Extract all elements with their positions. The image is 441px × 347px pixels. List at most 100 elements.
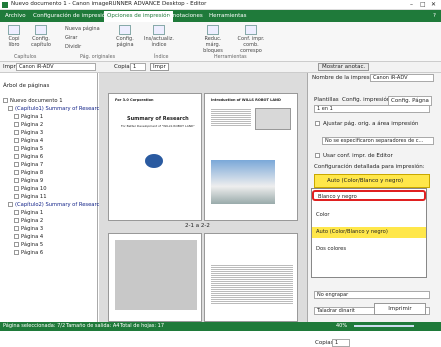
color-mode-select[interactable]: Auto (Color/Blanco y negro) <box>314 174 430 188</box>
ribbon-tabs: Archivo Configuración de impresión Opcio… <box>0 10 441 22</box>
color-mode-value: Auto (Color/Blanco y negro) <box>327 178 404 184</box>
config-pagina-button[interactable]: Config. página <box>112 25 138 48</box>
tree-page[interactable]: Página 1 <box>14 209 43 217</box>
copia-libro-button[interactable]: Copi libro <box>3 25 25 48</box>
tree-page[interactable]: Página 5 <box>14 241 43 249</box>
tab-plantillas[interactable]: Plantillas <box>314 97 339 103</box>
tree-chapter-2[interactable]: (Capítulo2) Summary of Research <box>8 201 103 209</box>
conf-impr-comb-button[interactable]: Conf. impr. comb. correspo <box>232 25 270 54</box>
tree-page[interactable]: Página 9 <box>14 177 43 185</box>
ins-actualiz-label: Ins/actualiz. índice <box>144 36 174 48</box>
page-left-company: For 3.0 Corporation <box>115 98 154 102</box>
dividir-button[interactable]: Dividir <box>65 44 81 50</box>
ins-actualiz-indice-button[interactable]: Ins/actualiz. índice <box>144 25 174 48</box>
close-icon[interactable]: ✕ <box>431 1 436 8</box>
girar-label: Girar <box>65 35 78 41</box>
margin-icon <box>207 25 219 35</box>
separadores-select[interactable]: No se especificaron separadores de c... <box>322 137 434 145</box>
tree-page-label: Página 4 <box>21 234 44 240</box>
girar-button[interactable]: Girar <box>65 35 77 41</box>
option-label: Dos colores <box>316 246 347 252</box>
page-checkbox <box>14 114 19 119</box>
tree-page[interactable]: Página 6 <box>14 153 43 161</box>
config-capitulo-label: Config. capítulo <box>31 36 51 48</box>
option-blanco-y-negro[interactable]: Blanco y negro <box>312 190 426 201</box>
group-capitulos: Capítulos <box>14 55 37 60</box>
photo-block <box>115 240 197 310</box>
page-checkbox <box>14 194 19 199</box>
page-right-title: Introduction of WILLS ROBOT LAND <box>211 98 281 102</box>
printer-name-select[interactable]: Canon iR-ADV <box>370 74 434 82</box>
tree-page-label: Página 5 <box>21 242 44 248</box>
page-checkbox <box>14 130 19 135</box>
help-icon[interactable]: ? <box>430 11 439 22</box>
usar-conf-label: Usar conf. impr. de Editor <box>323 153 393 159</box>
option-color[interactable]: Color <box>312 210 426 221</box>
tree-page[interactable]: Página 4 <box>14 233 43 241</box>
tree-root[interactable]: Nuevo documento 1 <box>3 97 63 105</box>
ajustar-checkbox[interactable] <box>315 121 320 126</box>
usar-conf-checkbox[interactable] <box>315 153 320 158</box>
reduc-marg-bloques-button[interactable]: Reduc. márg. bloques <box>198 25 228 54</box>
minimize-icon[interactable]: – <box>410 1 413 8</box>
tree-header: Árbol de páginas <box>3 83 50 89</box>
imprimir-button[interactable]: Imprimir <box>374 303 426 315</box>
preview-page-left[interactable]: For 3.0 Corporation Summary of Research … <box>108 93 202 221</box>
page-checkbox <box>14 162 19 167</box>
tree-page[interactable]: Página 2 <box>14 121 43 129</box>
tree-page-label: Página 3 <box>21 226 44 232</box>
page-left-title: Summary of Research <box>127 116 189 122</box>
config-pagina-label: Config. página <box>116 36 134 48</box>
page-settings-icon <box>119 25 131 35</box>
tree-page[interactable]: Página 10 <box>14 185 47 193</box>
page-checkbox <box>14 210 19 215</box>
tree-page[interactable]: Página 11 <box>14 193 47 201</box>
imprimir-toolbar-button[interactable]: Impr <box>150 63 169 71</box>
copias-bottom-input[interactable]: 1 <box>332 339 350 347</box>
tree-page[interactable]: Página 6 <box>14 249 43 257</box>
option-dos-colores[interactable]: Dos colores <box>312 244 426 255</box>
book-copy-icon <box>8 25 20 35</box>
tree-page[interactable]: Página 1 <box>14 113 43 121</box>
tab-anotaciones[interactable]: Anotaciones <box>166 11 206 22</box>
preview-area[interactable]: For 3.0 Corporation Summary of Research … <box>99 73 307 322</box>
tree-chapter-1[interactable]: (Capítulo1) Summary of Research <box>8 105 103 113</box>
option-label: Auto (Color/Blanco y negro) <box>316 229 388 235</box>
tree-page[interactable]: Página 7 <box>14 161 43 169</box>
copias-input[interactable]: 1 <box>130 63 146 71</box>
reduc-marg-label: Reduc. márg. bloques <box>203 36 223 54</box>
status-total-hojas: Total de hojas: 17 <box>120 323 165 329</box>
nueva-pagina-button[interactable]: Nueva página <box>65 26 100 32</box>
page-checkbox <box>14 146 19 151</box>
tree-chapter-2-label: (Capítulo2) Summary of Research <box>15 202 103 208</box>
preview-page-lower-right[interactable] <box>204 233 298 322</box>
page-tree-panel: Árbol de páginas Nuevo documento 1 (Capí… <box>0 73 103 322</box>
config-capitulo-button[interactable]: Config. capítulo <box>27 25 55 48</box>
no-engrapar-select[interactable]: No engrapar <box>314 291 430 299</box>
index-icon <box>153 25 165 35</box>
tab-configuracion-impresion[interactable]: Configuración de impresión <box>30 11 112 22</box>
printer-select[interactable]: Canon iR-ADV <box>16 63 96 71</box>
mostrar-anotac-button[interactable]: Mostrar anotac. <box>318 63 370 71</box>
preview-page-lower-left[interactable] <box>108 233 202 322</box>
tree-page[interactable]: Página 3 <box>14 225 43 233</box>
tab-herramientas[interactable]: Herramientas <box>206 11 249 22</box>
tab-config-impresion[interactable]: Config. impresión <box>342 97 390 103</box>
tree-page-label: Página 11 <box>21 194 47 200</box>
tree-page[interactable]: Página 8 <box>14 169 43 177</box>
preview-page-right[interactable]: Introduction of WILLS ROBOT LAND <box>204 93 298 221</box>
page-checkbox <box>14 170 19 175</box>
tree-page[interactable]: Página 2 <box>14 217 43 225</box>
page-checkbox <box>14 122 19 127</box>
dividir-label: Dividir <box>65 44 82 50</box>
layout-select[interactable]: 1 en 1 <box>314 105 430 113</box>
tab-opciones-impresion[interactable]: Opciones de impresión <box>104 11 173 22</box>
window-title: Nuevo documento 1 - Canon imageRUNNER AD… <box>11 1 207 7</box>
tree-page[interactable]: Página 5 <box>14 145 43 153</box>
tab-archivo[interactable]: Archivo <box>2 11 29 22</box>
tree-page[interactable]: Página 4 <box>14 137 43 145</box>
maximize-icon[interactable]: □ <box>420 1 426 8</box>
tree-page[interactable]: Página 3 <box>14 129 43 137</box>
zoom-slider[interactable] <box>354 325 414 327</box>
option-auto[interactable]: Auto (Color/Blanco y negro) <box>312 227 426 238</box>
